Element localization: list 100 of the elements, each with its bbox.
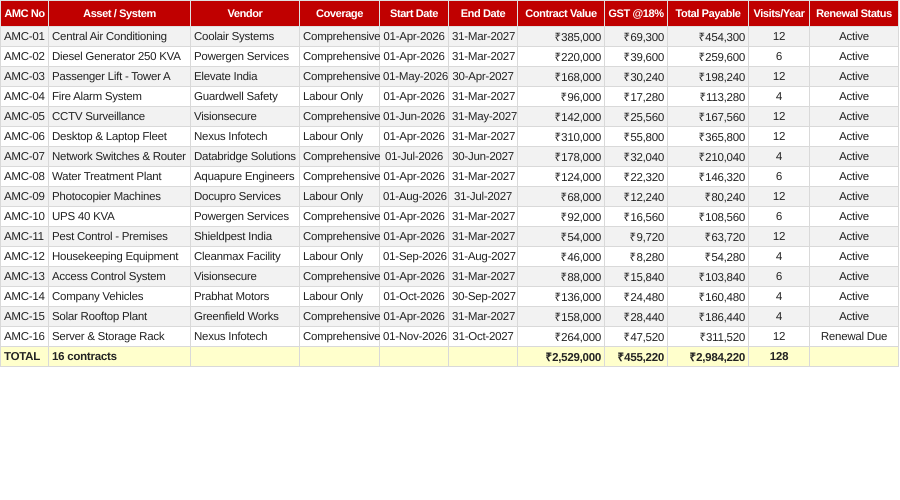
renewal-status: Active xyxy=(810,226,898,246)
column-header: Renewal Status xyxy=(810,0,898,26)
vendor-name: Visionsecure xyxy=(190,106,300,126)
contract-value: ₹158,000 xyxy=(518,306,604,326)
renewal-status: Active xyxy=(810,66,898,86)
total-contract-value: ₹2,529,000 xyxy=(518,346,604,366)
gst-amount: ₹9,720 xyxy=(604,226,668,246)
visits-count: 4 xyxy=(748,146,810,166)
renewal-status: Active xyxy=(810,186,898,206)
asset-name: Photocopier Machines xyxy=(48,186,190,206)
visits-count: 12 xyxy=(748,106,810,126)
asset-name: Passenger Lift - Tower A xyxy=(48,66,190,86)
asset-name: Network Switches & Router xyxy=(48,146,190,166)
total-payable: ₹2,984,220 xyxy=(668,346,748,366)
contract-id: AMC-13 xyxy=(0,266,48,286)
start-date: 01-May-2026 xyxy=(380,66,448,86)
asset-name: Central Air Conditioning xyxy=(48,26,190,46)
asset-name: Pest Control - Premises xyxy=(48,226,190,246)
column-header: Contract Value xyxy=(518,0,604,26)
gst-amount: ₹25,560 xyxy=(604,106,668,126)
end-date: 30-Apr-2027 xyxy=(448,66,518,86)
gst-amount: ₹30,240 xyxy=(604,66,668,86)
contract-id: AMC-07 xyxy=(0,146,48,166)
total-payable: ₹63,720 xyxy=(668,226,748,246)
total-label: TOTAL xyxy=(0,346,48,366)
end-date: 31-May-2027 xyxy=(448,106,518,126)
contract-id: AMC-03 xyxy=(0,66,48,86)
total-visits: 128 xyxy=(748,346,810,366)
vendor-name: Docupro Services xyxy=(190,186,300,206)
total-payable: ₹198,240 xyxy=(668,66,748,86)
end-date: 31-Jul-2027 xyxy=(448,186,518,206)
column-header: Asset / System xyxy=(48,0,190,26)
renewal-status: Active xyxy=(810,26,898,46)
end-date: 31-Mar-2027 xyxy=(448,306,518,326)
vendor-name: Shieldpest India xyxy=(190,226,300,246)
coverage-type: Labour Only xyxy=(300,186,380,206)
start-date: 01-Apr-2026 xyxy=(380,226,448,246)
asset-name: CCTV Surveillance xyxy=(48,106,190,126)
contract-id: AMC-05 xyxy=(0,106,48,126)
renewal-status: Active xyxy=(810,146,898,166)
column-header: GST @18% xyxy=(604,0,668,26)
total-payable: ₹80,240 xyxy=(668,186,748,206)
gst-amount: ₹69,300 xyxy=(604,26,668,46)
total-payable: ₹103,840 xyxy=(668,266,748,286)
contract-id: AMC-01 xyxy=(0,26,48,46)
coverage-type: Comprehensive xyxy=(300,66,380,86)
gst-amount: ₹12,240 xyxy=(604,186,668,206)
visits-count: 12 xyxy=(748,186,810,206)
visits-count: 4 xyxy=(748,306,810,326)
contract-value: ₹178,000 xyxy=(518,146,604,166)
total-count: 16 contracts xyxy=(48,346,190,366)
column-header: AMC No xyxy=(0,0,48,26)
total-payable: ₹167,560 xyxy=(668,106,748,126)
column-header: Total Payable xyxy=(668,0,748,26)
column-header: End Date xyxy=(448,0,518,26)
column-header: Vendor xyxy=(190,0,300,26)
column-header: Visits/Year xyxy=(748,0,810,26)
coverage-type: Comprehensive xyxy=(300,226,380,246)
end-date: 30-Jun-2027 xyxy=(448,146,518,166)
visits-count: 12 xyxy=(748,66,810,86)
total-gst: ₹455,220 xyxy=(604,346,668,366)
contract-id: AMC-09 xyxy=(0,186,48,206)
vendor-name: Coolair Systems xyxy=(190,26,300,46)
column-header: Start Date xyxy=(380,0,448,26)
asset-name: Access Control System xyxy=(48,266,190,286)
contract-id: AMC-11 xyxy=(0,226,48,246)
renewal-status: Active xyxy=(810,266,898,286)
contract-value: ₹54,000 xyxy=(518,226,604,246)
renewal-status: Active xyxy=(810,106,898,126)
contract-value: ₹142,000 xyxy=(518,106,604,126)
visits-count: 12 xyxy=(748,226,810,246)
start-date: 01-Jun-2026 xyxy=(380,106,448,126)
gst-amount: ₹32,040 xyxy=(604,146,668,166)
coverage-type: Comprehensive xyxy=(300,26,380,46)
start-date: 01-Aug-2026 xyxy=(380,186,448,206)
visits-count: 12 xyxy=(748,26,810,46)
coverage-type: Comprehensive xyxy=(300,106,380,126)
vendor-name: Greenfield Works xyxy=(190,306,300,326)
start-date: 01-Apr-2026 xyxy=(380,266,448,286)
total-payable: ₹210,040 xyxy=(668,146,748,166)
contract-value: ₹168,000 xyxy=(518,66,604,86)
start-date: 01-Apr-2026 xyxy=(380,306,448,326)
renewal-status: Active xyxy=(810,306,898,326)
visits-count: 6 xyxy=(748,266,810,286)
coverage-type: Comprehensive xyxy=(300,266,380,286)
end-date: 31-Mar-2027 xyxy=(448,26,518,46)
gst-amount: ₹28,440 xyxy=(604,306,668,326)
contract-value: ₹385,000 xyxy=(518,26,604,46)
start-date: 01-Jul-2026 xyxy=(380,146,448,166)
vendor-name: Visionsecure xyxy=(190,266,300,286)
column-header: Coverage xyxy=(300,0,380,26)
vendor-name: Elevate India xyxy=(190,66,300,86)
contract-id: AMC-15 xyxy=(0,306,48,326)
vendor-name: Databridge Solutions xyxy=(190,146,300,166)
contract-value: ₹88,000 xyxy=(518,266,604,286)
coverage-type: Comprehensive xyxy=(300,146,380,166)
start-date: 01-Apr-2026 xyxy=(380,26,448,46)
asset-name: Solar Rooftop Plant xyxy=(48,306,190,326)
end-date: 31-Mar-2027 xyxy=(448,266,518,286)
gst-amount: ₹15,840 xyxy=(604,266,668,286)
